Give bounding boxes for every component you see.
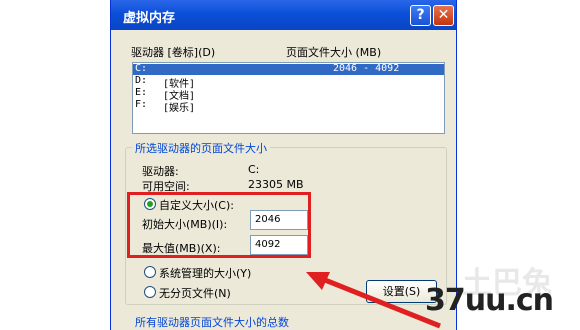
system-managed-label: 系统管理的大小(Y) [159,267,252,280]
no-paging-file-label: 无分页文件(N) [159,287,231,300]
system-managed-radio[interactable] [144,266,156,278]
site-brand: 37uu.cn [425,283,554,318]
list-item[interactable]: E: [文档] [133,87,444,102]
highlight-box [127,192,311,258]
list-item[interactable]: C: 2046 - 4092 [133,63,444,75]
total-size-group-title: 所有驱动器页面文件大小的总数 [135,316,289,329]
close-button[interactable]: ✕ [433,5,454,26]
list-item[interactable]: D: [软件] [133,75,444,90]
drive-value: C: [248,163,260,176]
no-paging-file-radio[interactable] [144,286,156,298]
help-icon: ? [416,7,425,23]
drive-list[interactable]: C: 2046 - 4092 D: [软件] E: [文档] F: [娱乐] [132,62,445,134]
title-bar[interactable]: 虚拟内存 ? ✕ [111,0,456,30]
close-icon: ✕ [437,7,450,23]
list-item[interactable]: F: [娱乐] [133,99,444,114]
size-column-header: 页面文件大小 (MB) [286,46,382,59]
selected-drive-group-title: 所选驱动器的页面文件大小 [132,140,270,156]
free-space-value: 23305 MB [248,178,304,191]
dialog-title: 虚拟内存 [123,11,176,26]
drive-label: 驱动器: [142,165,179,178]
help-button[interactable]: ? [410,5,431,26]
drive-column-header: 驱动器 [卷标](D) [131,46,216,59]
